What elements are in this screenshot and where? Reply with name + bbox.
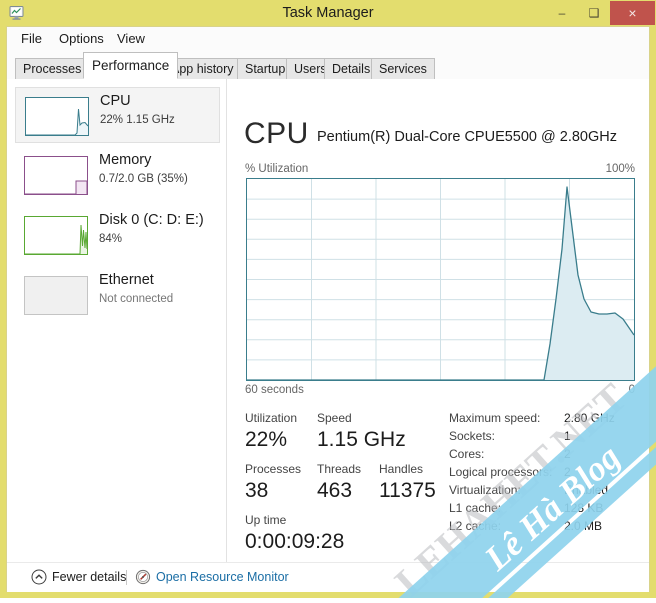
cpu-detail-panel: CPU Pentium(R) Dual-Core CPUE5500 @ 2.80… <box>227 79 649 562</box>
stat-value-uptime: 0:00:09:28 <box>245 530 345 553</box>
info-label-virtualization: Virtualization: <box>449 483 521 497</box>
graph-axis-bottom-left: 60 seconds <box>245 384 304 396</box>
footer-separator <box>126 570 127 585</box>
cpu-model-label: Pentium(R) Dual-Core CPUE5500 @ 2.80GHz <box>317 129 617 145</box>
cpu-graph-svg <box>247 179 634 380</box>
stat-value-processes: 38 <box>245 479 269 502</box>
resource-sidebar: CPU 22% 1.15 GHz Memory 0.7/2.0 GB (35%) <box>7 79 226 562</box>
open-resource-monitor-link[interactable]: Open Resource Monitor <box>156 569 289 586</box>
sidebar-item-disk-title: Disk 0 (C: D: E:) <box>99 212 204 228</box>
minimize-button[interactable]: – <box>546 1 578 25</box>
tab-processes[interactable]: Processes <box>15 58 90 79</box>
info-label-maximum-speed: Maximum speed: <box>449 411 541 425</box>
sidebar-item-cpu-subtitle: 22% 1.15 GHz <box>100 114 175 126</box>
info-value-sockets: 1 <box>564 429 571 443</box>
sidebar-item-disk-subtitle: 84% <box>99 233 123 245</box>
graph-axis-bottom-right: 0 <box>628 384 635 396</box>
sidebar-item-ethernet-title: Ethernet <box>99 272 154 288</box>
stat-value-utilization: 22% <box>245 428 288 451</box>
graph-axis-top-left: % Utilization <box>245 163 309 175</box>
stat-label-utilization: Utilization <box>245 411 298 425</box>
maximize-button[interactable]: ❑ <box>578 1 610 25</box>
memory-thumbnail-graph <box>24 156 88 195</box>
tab-performance[interactable]: Performance <box>83 52 179 79</box>
stat-label-processes: Processes <box>245 462 302 476</box>
sidebar-item-ethernet-subtitle: Not connected <box>99 293 174 305</box>
info-label-cores: Cores: <box>449 447 485 461</box>
title-bar: Task Manager – ❑ × <box>0 0 656 26</box>
stat-label-handles: Handles <box>379 462 424 476</box>
sidebar-item-disk[interactable]: Disk 0 (C: D: E:) 84% <box>15 207 220 263</box>
stat-label-threads: Threads <box>317 462 362 476</box>
fewer-details-button[interactable]: Fewer details <box>52 569 126 586</box>
chevron-up-circle-icon[interactable] <box>31 569 47 585</box>
cpu-utilization-graph <box>246 178 635 381</box>
sidebar-item-ethernet[interactable]: Ethernet Not connected <box>15 267 220 323</box>
sidebar-item-memory-title: Memory <box>99 152 152 168</box>
tab-startup[interactable]: Startup <box>237 58 294 79</box>
sidebar-item-cpu[interactable]: CPU 22% 1.15 GHz <box>15 87 220 143</box>
stat-label-uptime: Up time <box>245 513 287 527</box>
client-area: File Options View Processes Performance … <box>6 26 650 592</box>
stat-value-handles: 11375 <box>379 479 436 502</box>
close-icon: × <box>628 5 637 21</box>
maximize-icon: ❑ <box>588 6 600 20</box>
info-label-l1-cache: L1 cache: <box>449 501 502 515</box>
info-value-l2-cache: 2.0 MB <box>564 519 603 533</box>
graph-axis-top-right: 100% <box>605 163 635 175</box>
sidebar-item-memory[interactable]: Memory 0.7/2.0 GB (35%) <box>15 147 220 203</box>
tab-services[interactable]: Services <box>371 58 435 79</box>
minimize-icon: – <box>558 6 566 20</box>
info-label-logical-processors: Logical processors: <box>449 465 553 479</box>
info-label-l2-cache: L2 cache: <box>449 519 502 533</box>
menu-bar: File Options View <box>7 27 649 51</box>
footer-bar: Fewer details Open Resource Monitor <box>7 562 649 592</box>
info-label-sockets: Sockets: <box>449 429 496 443</box>
info-value-virtualization: Enabled <box>564 483 609 497</box>
menu-item-file[interactable]: File <box>15 27 48 51</box>
menu-item-options[interactable]: Options <box>53 27 110 51</box>
gauge-icon[interactable] <box>135 569 151 585</box>
close-button[interactable]: × <box>610 1 655 25</box>
stat-label-speed: Speed <box>317 411 352 425</box>
cpu-thumbnail-graph <box>25 97 89 136</box>
sidebar-item-memory-subtitle: 0.7/2.0 GB (35%) <box>99 173 188 185</box>
tab-strip: Processes Performance App history Startu… <box>7 51 649 80</box>
sidebar-item-cpu-title: CPU <box>100 93 131 109</box>
task-manager-window: Task Manager – ❑ × File Options View Pro… <box>0 0 656 598</box>
menu-item-view[interactable]: View <box>111 27 151 51</box>
stat-value-threads: 463 <box>317 479 353 502</box>
info-value-logical-processors: 2 <box>564 465 571 479</box>
stat-value-speed: 1.15 GHz <box>317 428 406 451</box>
page-title: CPU <box>244 117 309 150</box>
info-value-l1-cache: 128 KB <box>564 501 604 515</box>
disk-thumbnail-graph <box>24 216 88 255</box>
info-value-maximum-speed: 2.80 GHz <box>564 411 615 425</box>
info-value-cores: 2 <box>564 447 571 461</box>
ethernet-thumbnail-graph <box>24 276 88 315</box>
